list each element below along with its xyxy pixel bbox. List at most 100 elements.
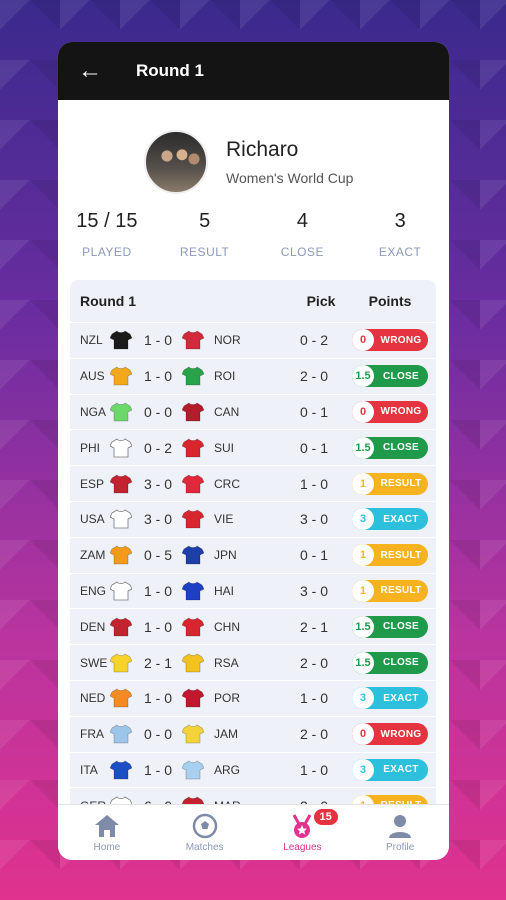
table-row[interactable]: PHI 0 - 2 SUI 0 - 1 1.5 CLOSE: [70, 429, 436, 465]
home-icon: [94, 815, 119, 837]
nav-label: Profile: [385, 842, 415, 853]
points-badge: 1 RESULT: [352, 544, 428, 567]
points-badge: 0 WRONG: [352, 329, 428, 352]
away-shirt-icon: [182, 438, 204, 458]
home-shirt-icon: [110, 652, 132, 673]
table-row[interactable]: NGA 0 - 0 CAN 0 - 1 0 WRONG: [70, 393, 436, 430]
table-row[interactable]: ITA 1 - 0 ARG 1 - 0 3 EXACT: [70, 751, 436, 788]
nav-matches[interactable]: Matches: [156, 805, 254, 860]
stat-played: 15 / 15 PLAYED: [58, 210, 156, 259]
points-badge: 3 EXACT: [352, 758, 428, 781]
match-score: 0 - 0: [143, 726, 172, 743]
home-team: SWE: [80, 655, 108, 670]
stat-result: 5 RESULT: [156, 210, 254, 259]
table-row[interactable]: SWE 2 - 1 RSA 2 - 0 1.5 CLOSE: [70, 644, 436, 680]
match-score: 1 - 0: [143, 368, 172, 385]
table-row[interactable]: ENG 1 - 0 HAI 3 - 0 1 RESULT: [70, 572, 436, 609]
match-score: 0 - 5: [143, 547, 172, 564]
points-cell: 1 RESULT: [350, 472, 430, 495]
table-row[interactable]: AUS 1 - 0 ROI 2 - 0 1.5 CLOSE: [70, 357, 436, 394]
home-team: AUS: [80, 369, 105, 384]
user-pick: 2 - 0: [299, 654, 328, 671]
points-status: CLOSE: [383, 442, 419, 454]
table-row[interactable]: ESP 3 - 0 CRC 1 - 0 1 RESULT: [70, 465, 436, 501]
away-shirt-icon: [182, 545, 204, 565]
header-round: Round 1: [80, 293, 136, 309]
away-team: RSA: [214, 655, 239, 670]
home-team: NZL: [80, 333, 103, 348]
results-table: Round 1 Pick Points NZL 1 - 0 NOR 0 - 2 0 WRO…: [70, 280, 436, 820]
home-shirt-icon: [110, 545, 132, 565]
stat-exact: 3 EXACT: [351, 210, 449, 259]
bottom-nav: Home Matches 15 Leagues Profile: [58, 804, 449, 860]
away-shirt-icon: [182, 402, 204, 422]
stat-value: 5: [199, 210, 211, 232]
leagues-count-badge: 15: [313, 809, 338, 825]
home-team: PHI: [80, 440, 101, 455]
home-shirt-icon: [110, 509, 132, 529]
user-name: Richaro: [226, 138, 299, 161]
nav-profile[interactable]: Profile: [351, 805, 449, 860]
points-status: CLOSE: [383, 370, 419, 382]
leaderboard-card: ← Round 1 Richaro Women's World Cup 15 /…: [58, 42, 449, 860]
home-shirt-icon: [110, 438, 132, 458]
nav-leagues[interactable]: 15 Leagues: [254, 805, 352, 860]
away-team: POR: [214, 691, 241, 706]
stat-value: 15 / 15: [76, 210, 138, 232]
away-team: VIE: [214, 512, 234, 527]
points-status: EXACT: [383, 764, 419, 776]
stat-value: 4: [296, 210, 308, 232]
table-row[interactable]: DEN 1 - 0 CHN 2 - 1 1.5 CLOSE: [70, 608, 436, 644]
user-pick: 3 - 0: [299, 582, 328, 599]
points-cell: 1.5 CLOSE: [350, 436, 430, 459]
page-title: Round 1: [136, 61, 204, 80]
user-pick: 2 - 0: [299, 368, 328, 385]
match-score: 1 - 0: [143, 332, 172, 349]
stat-value: 3: [394, 210, 406, 232]
nav-home[interactable]: Home: [58, 805, 156, 860]
user-pick: 0 - 1: [299, 547, 328, 564]
points-cell: 3 EXACT: [350, 508, 430, 531]
profile-header: Richaro Women's World Cup: [58, 100, 449, 206]
avatar[interactable]: [144, 130, 208, 194]
stat-label: EXACT: [378, 245, 422, 259]
away-team: CAN: [214, 404, 240, 419]
points-cell: 1 RESULT: [350, 544, 430, 567]
points-badge: 0 WRONG: [352, 723, 428, 746]
stat-label: RESULT: [179, 245, 230, 259]
away-shirt-icon: [182, 330, 204, 350]
home-team: DEN: [80, 619, 106, 634]
points-badge: 3 EXACT: [352, 687, 428, 710]
match-score: 3 - 0: [143, 475, 172, 492]
away-shirt-icon: [182, 509, 204, 529]
home-shirt-icon: [110, 330, 132, 350]
table-row[interactable]: NED 1 - 0 POR 1 - 0 3 EXACT: [70, 679, 436, 716]
points-value: 1: [352, 544, 374, 567]
back-arrow-icon[interactable]: ←: [78, 57, 118, 85]
away-shirt-icon: [182, 652, 204, 673]
home-shirt-icon: [110, 366, 132, 386]
points-badge: 1.5 CLOSE: [352, 365, 428, 388]
points-cell: 1.5 CLOSE: [350, 651, 430, 674]
match-score: 1 - 0: [143, 690, 172, 707]
table-row[interactable]: FRA 0 - 0 JAM 2 - 0 0 WRONG: [70, 715, 436, 752]
home-team: ENG: [80, 583, 107, 598]
points-status: WRONG: [380, 406, 422, 418]
points-badge: 0 WRONG: [352, 400, 428, 423]
away-shirt-icon: [182, 760, 204, 780]
points-value: 1.5: [352, 615, 374, 638]
table-row[interactable]: NZL 1 - 0 NOR 0 - 2 0 WRONG: [70, 322, 436, 358]
user-pick: 1 - 0: [299, 690, 328, 707]
points-value: 3: [352, 687, 374, 710]
table-row[interactable]: ZAM 0 - 5 JPN 0 - 1 1 RESULT: [70, 536, 436, 573]
points-value: 0: [352, 723, 374, 746]
points-cell: 3 EXACT: [350, 687, 430, 710]
user-pick: 1 - 0: [299, 761, 328, 778]
table-header: Round 1 Pick Points: [70, 280, 436, 322]
table-row[interactable]: USA 3 - 0 VIE 3 - 0 3 EXACT: [70, 500, 436, 537]
away-team: SUI: [214, 440, 235, 455]
away-team: JAM: [214, 727, 238, 742]
points-value: 1.5: [352, 651, 374, 674]
user-pick: 2 - 1: [299, 618, 328, 635]
points-value: 0: [352, 329, 374, 352]
